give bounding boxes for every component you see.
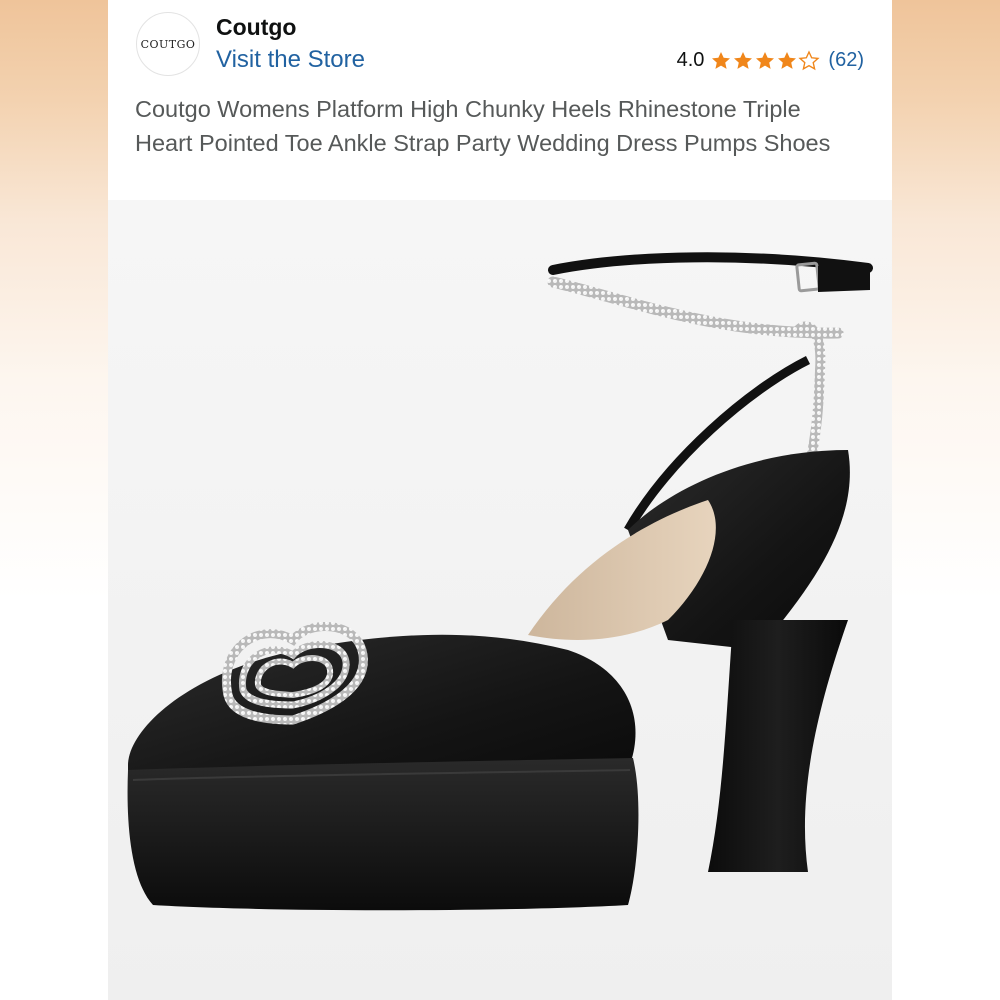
star-filled-icon xyxy=(778,51,797,69)
store-logo-text: COUTGO xyxy=(140,37,196,51)
rating-summary[interactable]: 4.0 (62) xyxy=(677,49,864,72)
rating-count-link[interactable]: (62) xyxy=(828,49,864,72)
star-filled-icon xyxy=(712,51,731,69)
right-background-margin xyxy=(892,0,1000,1000)
visit-store-link[interactable]: Visit the Store xyxy=(216,46,365,74)
product-header: COUTGO Coutgo Visit the Store 4.0 (62) C… xyxy=(108,0,892,200)
brand-name: Coutgo xyxy=(216,14,297,40)
star-filled-icon xyxy=(756,51,775,69)
rating-value: 4.0 xyxy=(676,49,705,71)
product-image[interactable] xyxy=(108,200,892,1000)
left-background-margin xyxy=(0,0,108,1000)
star-filled-icon xyxy=(734,51,753,69)
store-logo[interactable]: COUTGO xyxy=(136,12,200,76)
product-title: Coutgo Womens Platform High Chunky Heels… xyxy=(135,96,831,156)
product-card: COUTGO Coutgo Visit the Store 4.0 (62) C… xyxy=(108,0,892,1000)
shoe-illustration xyxy=(108,200,892,1000)
star-rating xyxy=(710,49,821,72)
star-empty-icon xyxy=(798,49,821,70)
